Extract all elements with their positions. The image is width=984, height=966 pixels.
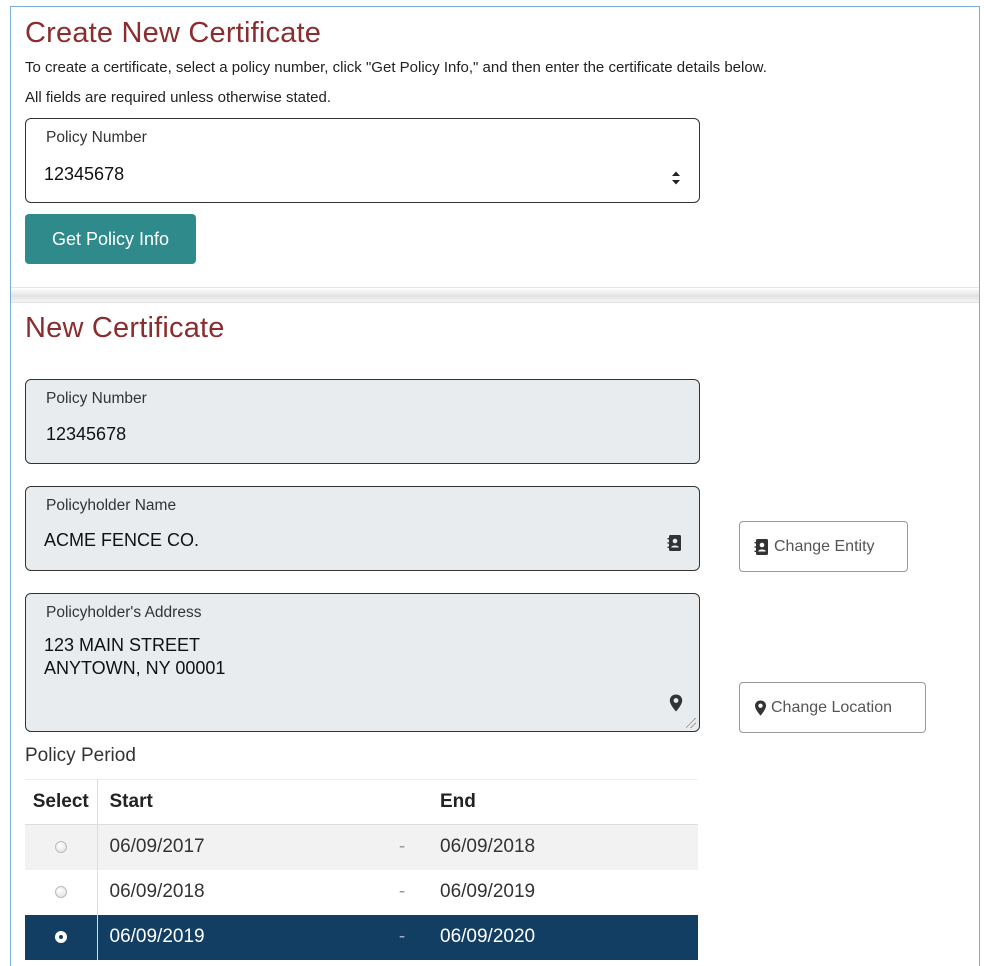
row-separator: -	[372, 914, 432, 960]
section-divider	[11, 287, 979, 303]
certificate-form-frame: Create New Certificate To create a certi…	[10, 6, 980, 966]
row-select-cell[interactable]	[25, 914, 98, 960]
period-radio-checked[interactable]	[54, 930, 67, 943]
column-header-start: Start	[97, 779, 372, 825]
table-row-selected[interactable]: 06/09/2019 - 06/09/2020	[25, 914, 698, 960]
page-title: Create New Certificate	[25, 17, 322, 49]
row-start-date: 06/09/2018	[109, 881, 205, 902]
row-end-date: 06/09/2019	[440, 881, 536, 902]
address-book-icon	[667, 535, 681, 551]
address-book-icon	[754, 538, 768, 555]
change-location-button[interactable]: Change Location	[739, 682, 926, 733]
instructions-text: To create a certificate, select a policy…	[25, 59, 767, 76]
row-select-cell[interactable]	[25, 824, 98, 870]
policyholder-address-field[interactable]: Policyholder's Address 123 MAIN STREET A…	[25, 593, 700, 732]
policyholder-name-field: Policyholder Name ACME FENCE CO.	[25, 486, 700, 571]
policyholder-address-label: Policyholder's Address	[46, 604, 202, 621]
period-radio[interactable]	[54, 841, 67, 854]
required-note: All fields are required unless otherwise…	[25, 89, 331, 106]
row-start-date: 06/09/2019	[97, 914, 372, 960]
policy-number-value: 12345678	[46, 424, 127, 444]
change-location-label: Change Location	[771, 698, 892, 716]
map-marker-icon	[754, 699, 767, 716]
policyholder-name-value: ACME FENCE CO.	[44, 530, 200, 550]
change-entity-button[interactable]: Change Entity	[739, 521, 908, 572]
table-header-row: Select Start End	[25, 779, 698, 825]
policy-number-select-value: 12345678	[44, 164, 125, 184]
policy-number-label: Policy Number	[46, 390, 147, 407]
row-end-date: 06/09/2020	[432, 914, 698, 960]
row-end-date: 06/09/2018	[432, 824, 698, 870]
column-header-end: End	[432, 779, 698, 825]
row-separator: -	[398, 881, 406, 902]
policy-number-select[interactable]: Policy Number 12345678	[25, 118, 700, 203]
address-line-1: 123 MAIN STREET	[44, 635, 201, 655]
policy-period-table: Select Start End 06/09/2017 - 06/09/2018…	[25, 779, 698, 960]
create-certificate-panel: Create New Certificate To create a certi…	[11, 7, 979, 287]
change-entity-label: Change Entity	[774, 537, 875, 555]
policy-number-readonly: Policy Number 12345678	[25, 379, 700, 464]
new-certificate-title: New Certificate	[25, 312, 225, 344]
policy-period-label: Policy Period	[25, 745, 136, 766]
get-policy-info-button[interactable]: Get Policy Info	[25, 214, 196, 264]
period-radio[interactable]	[54, 885, 67, 898]
textarea-resize-handle[interactable]	[686, 718, 696, 728]
map-marker-icon	[669, 694, 683, 712]
table-row[interactable]: 06/09/2018 - 06/09/2019	[25, 869, 698, 915]
column-header-select: Select	[25, 779, 98, 825]
table-row[interactable]: 06/09/2017 - 06/09/2018	[25, 824, 698, 870]
select-caret-icon	[672, 171, 680, 185]
address-line-2: ANYTOWN, NY 00001	[44, 658, 226, 678]
row-separator: -	[372, 824, 432, 870]
row-select-cell[interactable]	[25, 869, 98, 915]
policy-number-select-label: Policy Number	[46, 129, 147, 146]
policyholder-name-label: Policyholder Name	[46, 497, 177, 514]
row-start-date: 06/09/2017	[97, 824, 372, 870]
column-header-separator	[372, 779, 432, 825]
